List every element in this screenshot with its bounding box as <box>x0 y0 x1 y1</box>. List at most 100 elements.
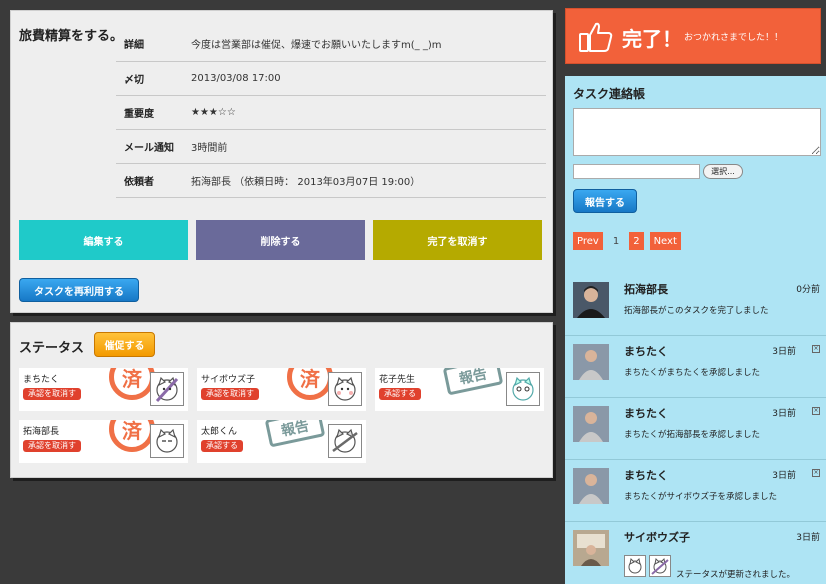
status-card-name: サイボウズ子 <box>201 375 256 385</box>
cat-character-icon <box>155 376 179 403</box>
status-card-name: 拓海部長 <box>23 427 60 437</box>
status-panel: ステータス 催促する 済 まちたく 承認を取消す 済 サイボウズ子 承認を取消す <box>10 322 553 478</box>
status-card: 報告 花子先生 承認する <box>375 368 544 411</box>
done-stamp-icon: 済 <box>287 368 333 400</box>
cancel-approval-button[interactable]: 承認を取消す <box>23 388 81 400</box>
status-card: 済 拓海部長 承認を取消す <box>19 420 188 463</box>
delete-button[interactable]: 削除する <box>196 220 365 260</box>
memo-textarea[interactable] <box>573 108 821 156</box>
cat-character-icon <box>156 428 178 453</box>
deadline-row: 〆切 2013/03/08 17:00 <box>116 61 546 96</box>
status-card: 済 まちたく 承認を取消す <box>19 368 188 411</box>
avatar <box>506 372 540 406</box>
status-card: 済 サイボウズ子 承認を取消す <box>197 368 366 411</box>
feed-time: 3日前 <box>796 533 820 543</box>
edit-button[interactable]: 編集する <box>19 220 188 260</box>
pagination: Prev 1 2 Next <box>573 232 681 250</box>
file-path-input[interactable] <box>573 164 700 179</box>
file-select-button[interactable]: 選択... <box>703 164 743 179</box>
feed-user-name: まちたく <box>624 407 668 420</box>
avatar <box>150 424 184 458</box>
report-stamp-icon: 報告 <box>442 368 504 396</box>
task-notebook-panel: タスク連絡帳 選択... 報告する Prev 1 2 Next 拓海部長 0分前… <box>565 76 826 584</box>
mail-notify-label: メール通知 <box>116 129 191 164</box>
person-photo-icon <box>573 406 609 442</box>
feed-user-name: まちたく <box>624 345 668 358</box>
pager-page-1[interactable]: 1 <box>609 232 623 250</box>
task-detail-table: 詳細 今度は営業部は催促、爆速でお願いいたしますm(_ _)m 〆切 2013/… <box>116 27 546 198</box>
approve-button[interactable]: 承認する <box>201 440 243 452</box>
feed-message: まちたくが拓海部長を承認しました <box>624 430 761 440</box>
feed-item: 拓海部長 0分前 拓海部長がこのタスクを完了しました <box>565 274 826 336</box>
feed-message: 拓海部長がこのタスクを完了しました <box>624 306 769 316</box>
done-stamp-icon: 済 <box>109 420 155 452</box>
feed-item: サイボウズ子 3日前 ステータスが更新されました。 <box>565 522 826 584</box>
person-photo-icon <box>573 530 609 566</box>
detail-label: 詳細 <box>116 27 191 62</box>
close-icon[interactable]: × <box>812 345 820 353</box>
feed-user-name: まちたく <box>624 469 668 482</box>
avatar <box>649 555 671 577</box>
avatar <box>573 282 609 318</box>
close-icon[interactable]: × <box>812 469 820 477</box>
close-icon[interactable]: × <box>812 407 820 415</box>
avatar <box>328 424 362 458</box>
requester-label: 依頼者 <box>116 163 191 198</box>
feed-message: まちたくがサイボウズ子を承認しました <box>624 492 778 502</box>
avatar <box>573 406 609 442</box>
person-photo-icon <box>573 282 609 318</box>
avatar <box>150 372 184 406</box>
avatar <box>573 530 609 566</box>
feed-user-name: サイボウズ子 <box>624 531 690 544</box>
avatar <box>328 372 362 406</box>
person-photo-icon <box>573 468 609 504</box>
feed-time: 3日前 <box>772 409 796 419</box>
task-title: 旅費精算をする。 <box>19 29 124 44</box>
reuse-task-button[interactable]: タスクを再利用する <box>19 278 139 302</box>
notebook-title: タスク連絡帳 <box>573 87 646 101</box>
deadline-value: 2013/03/08 17:00 <box>191 61 546 96</box>
complete-title: 完了！ <box>622 27 682 51</box>
status-title: ステータス <box>19 341 85 356</box>
cat-character-icon <box>332 428 358 453</box>
cancel-approval-button[interactable]: 承認を取消す <box>23 440 81 452</box>
report-stamp-icon: 報告 <box>264 420 326 448</box>
requester-row: 依頼者 拓海部長 （依頼日時： 2013年03月07日 19:00） <box>116 163 546 198</box>
mail-notify-value: 3時間前 <box>191 129 546 164</box>
cat-character-icon <box>334 376 356 401</box>
status-card: 報告 太郎くん 承認する <box>197 420 366 463</box>
avatar <box>624 555 646 577</box>
mail-notify-row: メール通知 3時間前 <box>116 129 546 164</box>
avatar <box>573 468 609 504</box>
status-card-name: 太郎くん <box>201 427 238 437</box>
detail-row: 詳細 今度は営業部は催促、爆速でお願いいたしますm(_ _)m <box>116 27 546 62</box>
detail-value: 今度は営業部は催促、爆速でお願いいたしますm(_ _)m <box>191 27 546 62</box>
done-stamp-icon: 済 <box>109 368 155 400</box>
feed-time: 0分前 <box>796 285 820 295</box>
pager-page-2[interactable]: 2 <box>629 232 644 250</box>
cat-character-icon <box>512 376 534 401</box>
cat-character-icon <box>651 557 669 575</box>
undo-complete-button[interactable]: 完了を取消す <box>373 220 542 260</box>
pager-next[interactable]: Next <box>649 232 681 250</box>
complete-banner: 完了！ おつかれさまでした！！ <box>565 8 821 64</box>
complete-message: おつかれさまでした！！ <box>684 33 784 43</box>
status-card-name: まちたく <box>23 375 60 385</box>
feed-time: 3日前 <box>772 471 796 481</box>
priority-row: 重要度 ★★★☆☆ <box>116 95 546 130</box>
remind-button[interactable]: 催促する <box>94 332 155 357</box>
task-panel: 旅費精算をする。 詳細 今度は営業部は催促、爆速でお願いいたしますm(_ _)m… <box>10 10 553 313</box>
feed-message: まちたくがまちたくを承認しました <box>624 368 761 378</box>
person-photo-icon <box>573 344 609 380</box>
feed-time: 3日前 <box>772 347 796 357</box>
pager-prev[interactable]: Prev <box>573 232 603 250</box>
cancel-approval-button[interactable]: 承認を取消す <box>201 388 259 400</box>
feed-item: まちたく 3日前 × まちたくがまちたくを承認しました <box>565 336 826 398</box>
approve-button[interactable]: 承認する <box>379 388 421 400</box>
status-card-name: 花子先生 <box>379 375 416 385</box>
priority-stars: ★★★☆☆ <box>191 95 546 130</box>
cat-character-icon <box>628 557 642 574</box>
requester-value: 拓海部長 （依頼日時： 2013年03月07日 19:00） <box>191 163 546 198</box>
avatar <box>573 344 609 380</box>
report-button[interactable]: 報告する <box>573 189 637 213</box>
